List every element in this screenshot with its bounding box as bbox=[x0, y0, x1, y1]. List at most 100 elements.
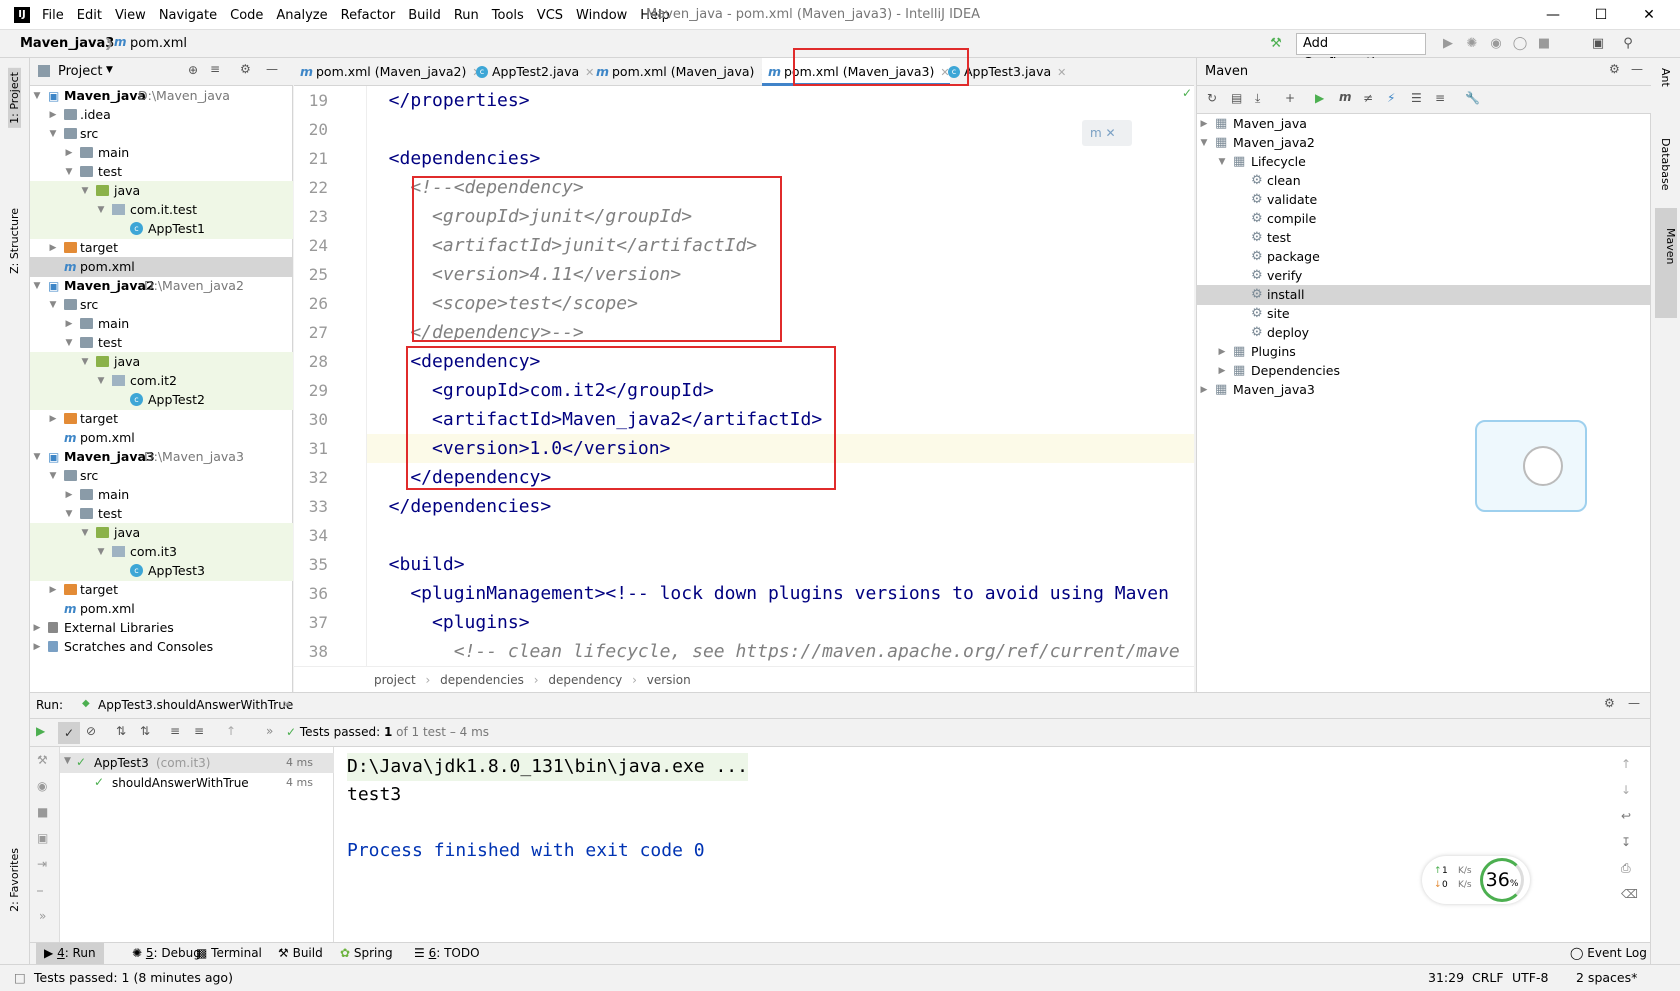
show-ignored-icon[interactable]: ⊘ bbox=[86, 724, 96, 738]
wrench-icon[interactable]: ⚒ bbox=[37, 753, 48, 767]
breadcrumb-project[interactable]: project bbox=[374, 673, 416, 687]
database-tool-tab[interactable]: Database bbox=[1659, 138, 1672, 191]
status-toggle-icon[interactable]: □ bbox=[14, 970, 26, 985]
minimize-button[interactable]: — bbox=[1530, 4, 1576, 26]
hide-panel-icon[interactable]: — bbox=[1628, 696, 1640, 710]
project-panel-title[interactable]: Project bbox=[58, 64, 102, 79]
maven-phase-install[interactable]: ⚙ install bbox=[1197, 285, 1651, 305]
tree-row-src[interactable]: ▼ src bbox=[30, 295, 293, 315]
tree-row-test[interactable]: ▼ test bbox=[30, 504, 293, 524]
menu-refactor[interactable]: Refactor bbox=[341, 8, 396, 23]
scroll-down-icon[interactable]: ↓ bbox=[1621, 783, 1631, 797]
trash-icon[interactable]: ⌫ bbox=[1621, 887, 1638, 901]
menu-analyze[interactable]: Analyze bbox=[276, 8, 327, 23]
exit-icon[interactable]: ⇥ bbox=[37, 857, 47, 871]
show-passed-icon[interactable]: ✓ bbox=[58, 722, 80, 744]
add-icon[interactable]: + bbox=[1285, 91, 1295, 105]
tool-tab-run[interactable]: ▶ 4: Run bbox=[36, 943, 104, 964]
maven-project-maven-java2[interactable]: ▼ ▦ Maven_java2 bbox=[1197, 133, 1651, 153]
tree-row-package[interactable]: ▼ com.it2 bbox=[30, 371, 293, 391]
maven-phase-deploy[interactable]: ⚙ deploy bbox=[1197, 323, 1651, 343]
previous-failed-icon[interactable]: ↑ bbox=[226, 724, 236, 738]
tree-row-target[interactable]: ▶ target bbox=[30, 409, 293, 429]
reload-icon[interactable]: ↻ bbox=[1207, 91, 1217, 105]
menu-file[interactable]: File bbox=[42, 8, 64, 23]
caret-position[interactable]: 31:29 bbox=[1428, 970, 1464, 985]
file-encoding[interactable]: UTF-8 bbox=[1512, 970, 1548, 985]
gear-icon[interactable]: ⚙ bbox=[240, 62, 251, 76]
test-row-should-answer[interactable]: ✓ shouldAnswerWithTrue 4 ms bbox=[60, 773, 334, 793]
breadcrumb-project[interactable]: Maven_java3 bbox=[20, 36, 114, 51]
maven-tool-tab[interactable]: Maven bbox=[1655, 208, 1677, 318]
menu-navigate[interactable]: Navigate bbox=[159, 8, 217, 23]
maven-phase-verify[interactable]: ⚙ verify bbox=[1197, 266, 1651, 286]
rerun-icon[interactable]: ▶ bbox=[36, 724, 45, 738]
dump-threads-icon[interactable]: ▣ bbox=[37, 831, 48, 845]
test-row-apptest3[interactable]: ▼ ✓ AppTest3 (com.it3) 4 ms bbox=[60, 753, 334, 773]
debug-icon[interactable]: ✺ bbox=[1464, 36, 1480, 52]
profile-icon[interactable]: ◯ bbox=[1512, 36, 1528, 52]
collapse-all-icon[interactable]: ≡ bbox=[210, 62, 220, 76]
scroll-to-end-icon[interactable]: ↧ bbox=[1621, 835, 1631, 849]
tree-row-class[interactable]: c AppTest2 bbox=[30, 390, 293, 410]
structure-tool-tab[interactable]: Z: Structure bbox=[8, 208, 21, 274]
tool-tab-build[interactable]: ⚒ Build bbox=[278, 946, 323, 960]
tree-row-main[interactable]: ▶ main bbox=[30, 143, 293, 163]
tree-row-maven-java2[interactable]: ▼ ▣ Maven_java2 D:\Maven_java2 bbox=[30, 276, 293, 296]
maven-project-maven-java3[interactable]: ▶ ▦ Maven_java3 bbox=[1197, 380, 1651, 400]
maven-project-maven-java[interactable]: ▶ ▦ Maven_java bbox=[1197, 114, 1651, 134]
maven-plugins[interactable]: ▶ ▦ Plugins bbox=[1197, 342, 1651, 362]
tree-row-java[interactable]: ▼ java bbox=[30, 352, 293, 372]
tree-row-test[interactable]: ▼ test bbox=[30, 162, 293, 182]
tree-row-target[interactable]: ▶ target bbox=[30, 238, 293, 258]
expand-all-icon[interactable]: ≡ bbox=[170, 724, 180, 738]
tree-row-java[interactable]: ▼ java bbox=[30, 523, 293, 543]
tree-row-package[interactable]: ▼ com.it.test bbox=[30, 200, 293, 220]
project-structure-icon[interactable]: ▣ bbox=[1590, 36, 1606, 52]
gear-icon[interactable]: ⚙ bbox=[1604, 696, 1615, 710]
menu-window[interactable]: Window bbox=[576, 8, 627, 23]
breadcrumb-version[interactable]: version bbox=[647, 673, 691, 687]
maximize-button[interactable]: ☐ bbox=[1578, 4, 1624, 26]
line-separator[interactable]: CRLF bbox=[1472, 970, 1504, 985]
menu-build[interactable]: Build bbox=[408, 8, 441, 23]
maven-goal-icon[interactable]: m bbox=[1339, 90, 1352, 104]
tree-row-scratches[interactable]: ▶ Scratches and Consoles bbox=[30, 637, 293, 657]
tool-tab-spring[interactable]: ✿ Spring bbox=[340, 946, 393, 960]
maven-phase-validate[interactable]: ⚙ validate bbox=[1197, 190, 1651, 210]
maven-phase-site[interactable]: ⚙ site bbox=[1197, 304, 1651, 324]
pin-icon[interactable]: ⎯ bbox=[37, 883, 43, 898]
tree-row-package[interactable]: ▼ com.it3 bbox=[30, 542, 293, 562]
stop-icon[interactable]: ■ bbox=[1536, 36, 1552, 52]
menu-vcs[interactable]: VCS bbox=[537, 8, 563, 23]
tree-row-pom[interactable]: m pom.xml bbox=[30, 599, 293, 619]
camera-icon[interactable]: ◉ bbox=[37, 779, 47, 793]
maven-reload-popup-icon[interactable]: m ✕ bbox=[1082, 120, 1132, 146]
tree-row-src[interactable]: ▼ src bbox=[30, 466, 293, 486]
tree-row-main[interactable]: ▶ main bbox=[30, 485, 293, 505]
build-hammer-icon[interactable]: ⚒ bbox=[1268, 36, 1284, 52]
menu-run[interactable]: Run bbox=[454, 8, 479, 23]
tree-row-src[interactable]: ▼ src bbox=[30, 124, 293, 144]
gear-icon[interactable]: ⚙ bbox=[1609, 62, 1620, 76]
tab-apptest2[interactable]: c AppTest2.java ✕ bbox=[470, 58, 594, 86]
tree-row-class[interactable]: c AppTest1 bbox=[30, 219, 293, 239]
sort-alpha-icon[interactable]: ⇅ bbox=[116, 724, 126, 738]
run-icon[interactable]: ▶ bbox=[1315, 91, 1324, 105]
close-window-button[interactable]: ✕ bbox=[1626, 4, 1672, 26]
indent-setting[interactable]: 2 spaces* bbox=[1576, 970, 1637, 985]
print-icon[interactable]: ⎙ bbox=[1621, 861, 1631, 876]
ant-tool-tab[interactable]: Ant bbox=[1659, 68, 1672, 87]
hide-panel-icon[interactable]: — bbox=[1631, 62, 1643, 76]
locate-icon[interactable]: ⊕ bbox=[188, 63, 198, 77]
tree-row-test[interactable]: ▼ test bbox=[30, 333, 293, 353]
tool-tab-debug[interactable]: ✺ 5: Debug bbox=[132, 946, 201, 960]
more-icon[interactable]: » bbox=[266, 724, 273, 738]
menu-tools[interactable]: Tools bbox=[492, 8, 524, 23]
run-icon[interactable]: ▶ bbox=[1440, 36, 1456, 52]
menu-view[interactable]: View bbox=[115, 8, 146, 23]
maven-dependencies[interactable]: ▶ ▦ Dependencies bbox=[1197, 361, 1651, 381]
stop-icon[interactable]: ■ bbox=[37, 805, 48, 819]
tree-row-target[interactable]: ▶ target bbox=[30, 580, 293, 600]
menu-code[interactable]: Code bbox=[230, 8, 263, 23]
